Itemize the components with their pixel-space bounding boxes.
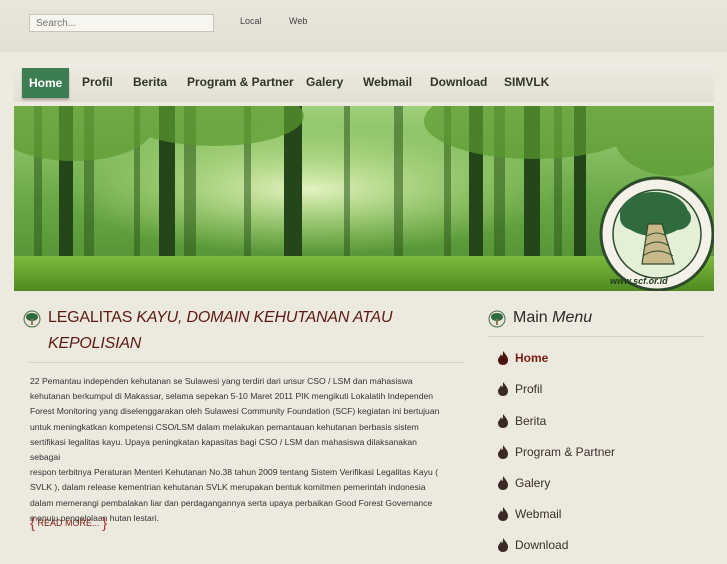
menu-item-galery[interactable]: Galery [495,476,705,502]
article-line: sertifikasi legalitas kayu. Upaya pening… [30,436,417,463]
read-more-label: READ MORE... [37,518,100,528]
flame-icon [498,507,508,521]
article-title-italic-1: KAYU, DOMAIN KEHUTANAN ATAU [136,309,393,326]
main-nav: Home Profil Berita Program & Partner Gal… [14,64,714,102]
flame-icon [498,414,508,428]
scf-menu-logo-icon [488,310,506,328]
nav-program-partner[interactable]: Program & Partner [187,64,294,97]
menu-item-label: Berita [515,414,547,428]
article-line: SVLK ), dalam release kementrian kehutan… [30,482,426,493]
search-option-local[interactable]: Local [240,16,262,26]
main-menu-title-plain: Main [513,309,553,326]
menu-item-webmail[interactable]: Webmail [495,507,705,533]
nav-webmail[interactable]: Webmail [363,64,412,97]
brace-left-icon: { [30,515,36,532]
article-line: kehutanan berkumpul di Makassar, selama … [30,391,434,402]
flame-icon [498,382,508,396]
main-menu-title: Main Menu [513,309,592,327]
scf-logo [599,176,714,291]
article-line: untuk meningkatkan kompetensi CSO/LSM da… [30,421,419,432]
article-line: Forest Monitoring yang diselenggarakan o… [30,406,440,417]
article-title-italic-2: KEPOLISIAN [48,335,142,352]
scf-mini-logo-icon [23,310,41,328]
article-line: dalam memerangi pembalakan liar dan perd… [30,497,433,508]
nav-galery[interactable]: Galery [306,64,343,97]
article-divider [28,362,464,363]
article-title-plain: LEGALITAS [48,309,137,326]
forest-banner: www.scf.or.id [14,106,714,291]
nav-home[interactable]: Home [22,68,70,98]
flame-icon [498,476,508,490]
menu-item-program-partner[interactable]: Program & Partner [495,445,705,471]
read-more-link[interactable]: { READ MORE... } [30,515,107,532]
menu-item-profil[interactable]: Profil [495,382,705,408]
menu-item-label: Home [515,351,549,365]
menu-item-home[interactable]: Home [495,351,705,377]
search-input[interactable] [29,14,214,32]
menu-item-label: Download [515,538,569,552]
nav-berita[interactable]: Berita [133,64,167,97]
banner-url: www.scf.or.id [610,276,668,286]
menu-divider [488,336,704,337]
main-menu-title-italic: Menu [552,309,593,326]
menu-item-label: Webmail [515,507,562,521]
menu-item-berita[interactable]: Berita [495,414,705,440]
flame-icon [498,351,508,365]
menu-item-download[interactable]: Download [495,538,705,564]
search-option-web[interactable]: Web [289,16,307,26]
flame-icon [498,538,508,552]
nav-profil[interactable]: Profil [82,64,113,97]
article-line: 22 Pemantau independen kehutanan se Sula… [30,376,413,386]
menu-item-label: Program & Partner [515,445,616,459]
article-title[interactable]: LEGALITAS KAYU, DOMAIN KEHUTANAN ATAU KE… [48,305,448,357]
article-line: respon terbitnya Peraturan Menteri Kehut… [30,467,438,478]
menu-item-label: Galery [515,476,551,490]
article-body: 22 Pemantau independen kehutanan se Sula… [30,374,448,526]
nav-simvlk[interactable]: SIMVLK [504,64,549,97]
menu-item-label: Profil [515,382,543,396]
nav-download[interactable]: Download [430,64,487,97]
flame-icon [498,445,508,459]
brace-right-icon: } [102,515,108,532]
forest-image [14,106,714,291]
